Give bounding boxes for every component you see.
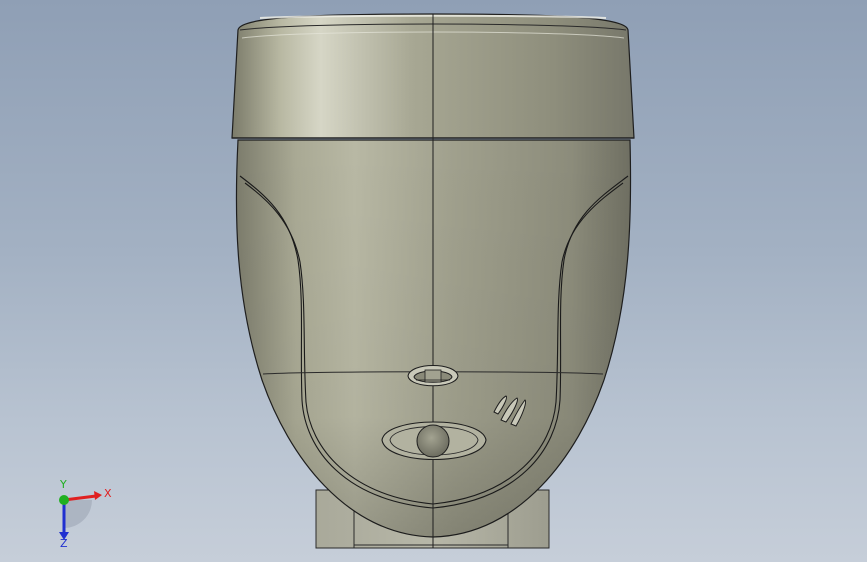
lens-window bbox=[381, 421, 487, 460]
latch-slot bbox=[407, 365, 459, 387]
triad-shadow bbox=[64, 500, 92, 528]
z-axis-label: Z bbox=[60, 537, 68, 548]
x-axis-head-icon bbox=[94, 491, 102, 500]
view-orientation-triad[interactable]: X Y Z bbox=[40, 478, 120, 548]
x-axis-label: X bbox=[104, 487, 112, 500]
model-view[interactable] bbox=[0, 0, 867, 562]
graphics-viewport[interactable]: X Y Z bbox=[0, 0, 867, 562]
y-axis-label: Y bbox=[59, 478, 67, 491]
y-axis-dot-icon bbox=[59, 495, 69, 505]
